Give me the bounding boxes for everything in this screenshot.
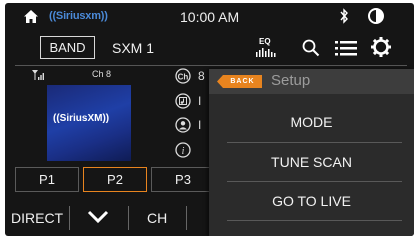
head-unit-display: ((Siriusxm)) 10:00 AM BAND SXM 1 EQ Ch 8… bbox=[0, 0, 419, 242]
info-icon[interactable]: i bbox=[175, 142, 191, 158]
channel-icon: Ch bbox=[175, 68, 191, 84]
bottom-divider bbox=[128, 206, 129, 230]
ch-button[interactable]: CH bbox=[147, 210, 167, 226]
direct-button[interactable]: DIRECT bbox=[11, 210, 63, 226]
menu-item-mode[interactable]: MODE bbox=[209, 103, 414, 141]
status-bar: ((Siriusxm)) 10:00 AM bbox=[5, 3, 414, 31]
eq-bars-icon bbox=[256, 48, 276, 57]
menu-divider bbox=[227, 220, 402, 221]
signal-strength-icon bbox=[32, 70, 44, 80]
menu-item-tune-scan[interactable]: TUNE SCAN bbox=[209, 143, 414, 181]
clock: 10:00 AM bbox=[180, 9, 240, 25]
channel-info-text: 8 bbox=[198, 69, 205, 83]
album-art: ((SiriusXM)) bbox=[47, 85, 131, 161]
artist-info-text: I bbox=[198, 118, 202, 132]
chevron-down-icon[interactable] bbox=[87, 210, 109, 224]
eq-icon[interactable]: EQ bbox=[255, 37, 277, 59]
home-icon[interactable] bbox=[23, 9, 39, 24]
song-info-text: I bbox=[198, 94, 202, 108]
station-name: SXM 1 bbox=[112, 40, 155, 56]
setup-menu: BACK Setup MODE TUNE SCAN GO TO LIVE bbox=[209, 69, 414, 236]
siriusxm-logo: ((Siriusxm)) bbox=[49, 10, 108, 22]
toolbar: BAND SXM 1 EQ bbox=[5, 31, 414, 65]
bottom-divider bbox=[69, 206, 70, 230]
channel-number: Ch 8 bbox=[92, 69, 112, 79]
music-note-icon bbox=[175, 93, 191, 109]
menu-item-go-to-live[interactable]: GO TO LIVE bbox=[209, 182, 414, 220]
setup-title: Setup bbox=[271, 72, 311, 89]
list-icon[interactable] bbox=[335, 40, 357, 56]
setup-header: BACK Setup bbox=[209, 69, 414, 94]
preset-button-p1[interactable]: P1 bbox=[15, 167, 79, 192]
svg-text:Ch: Ch bbox=[178, 72, 189, 81]
back-button[interactable]: BACK bbox=[217, 75, 262, 88]
preset-button-p2[interactable]: P2 bbox=[83, 167, 147, 192]
gear-icon[interactable] bbox=[371, 37, 391, 57]
artist-icon bbox=[175, 117, 191, 133]
bottom-divider bbox=[186, 206, 187, 230]
toolbar-divider bbox=[15, 65, 407, 66]
preset-button-p3[interactable]: P3 bbox=[151, 167, 215, 192]
album-art-logo: ((SiriusXM)) bbox=[53, 113, 110, 124]
eq-label: EQ bbox=[259, 37, 271, 46]
search-icon[interactable] bbox=[302, 39, 320, 57]
bluetooth-icon bbox=[340, 8, 348, 24]
screen: ((Siriusxm)) 10:00 AM BAND SXM 1 EQ Ch 8… bbox=[5, 3, 414, 236]
band-button[interactable]: BAND bbox=[40, 36, 95, 59]
brightness-icon[interactable] bbox=[367, 7, 385, 25]
svg-text:i: i bbox=[182, 146, 185, 157]
